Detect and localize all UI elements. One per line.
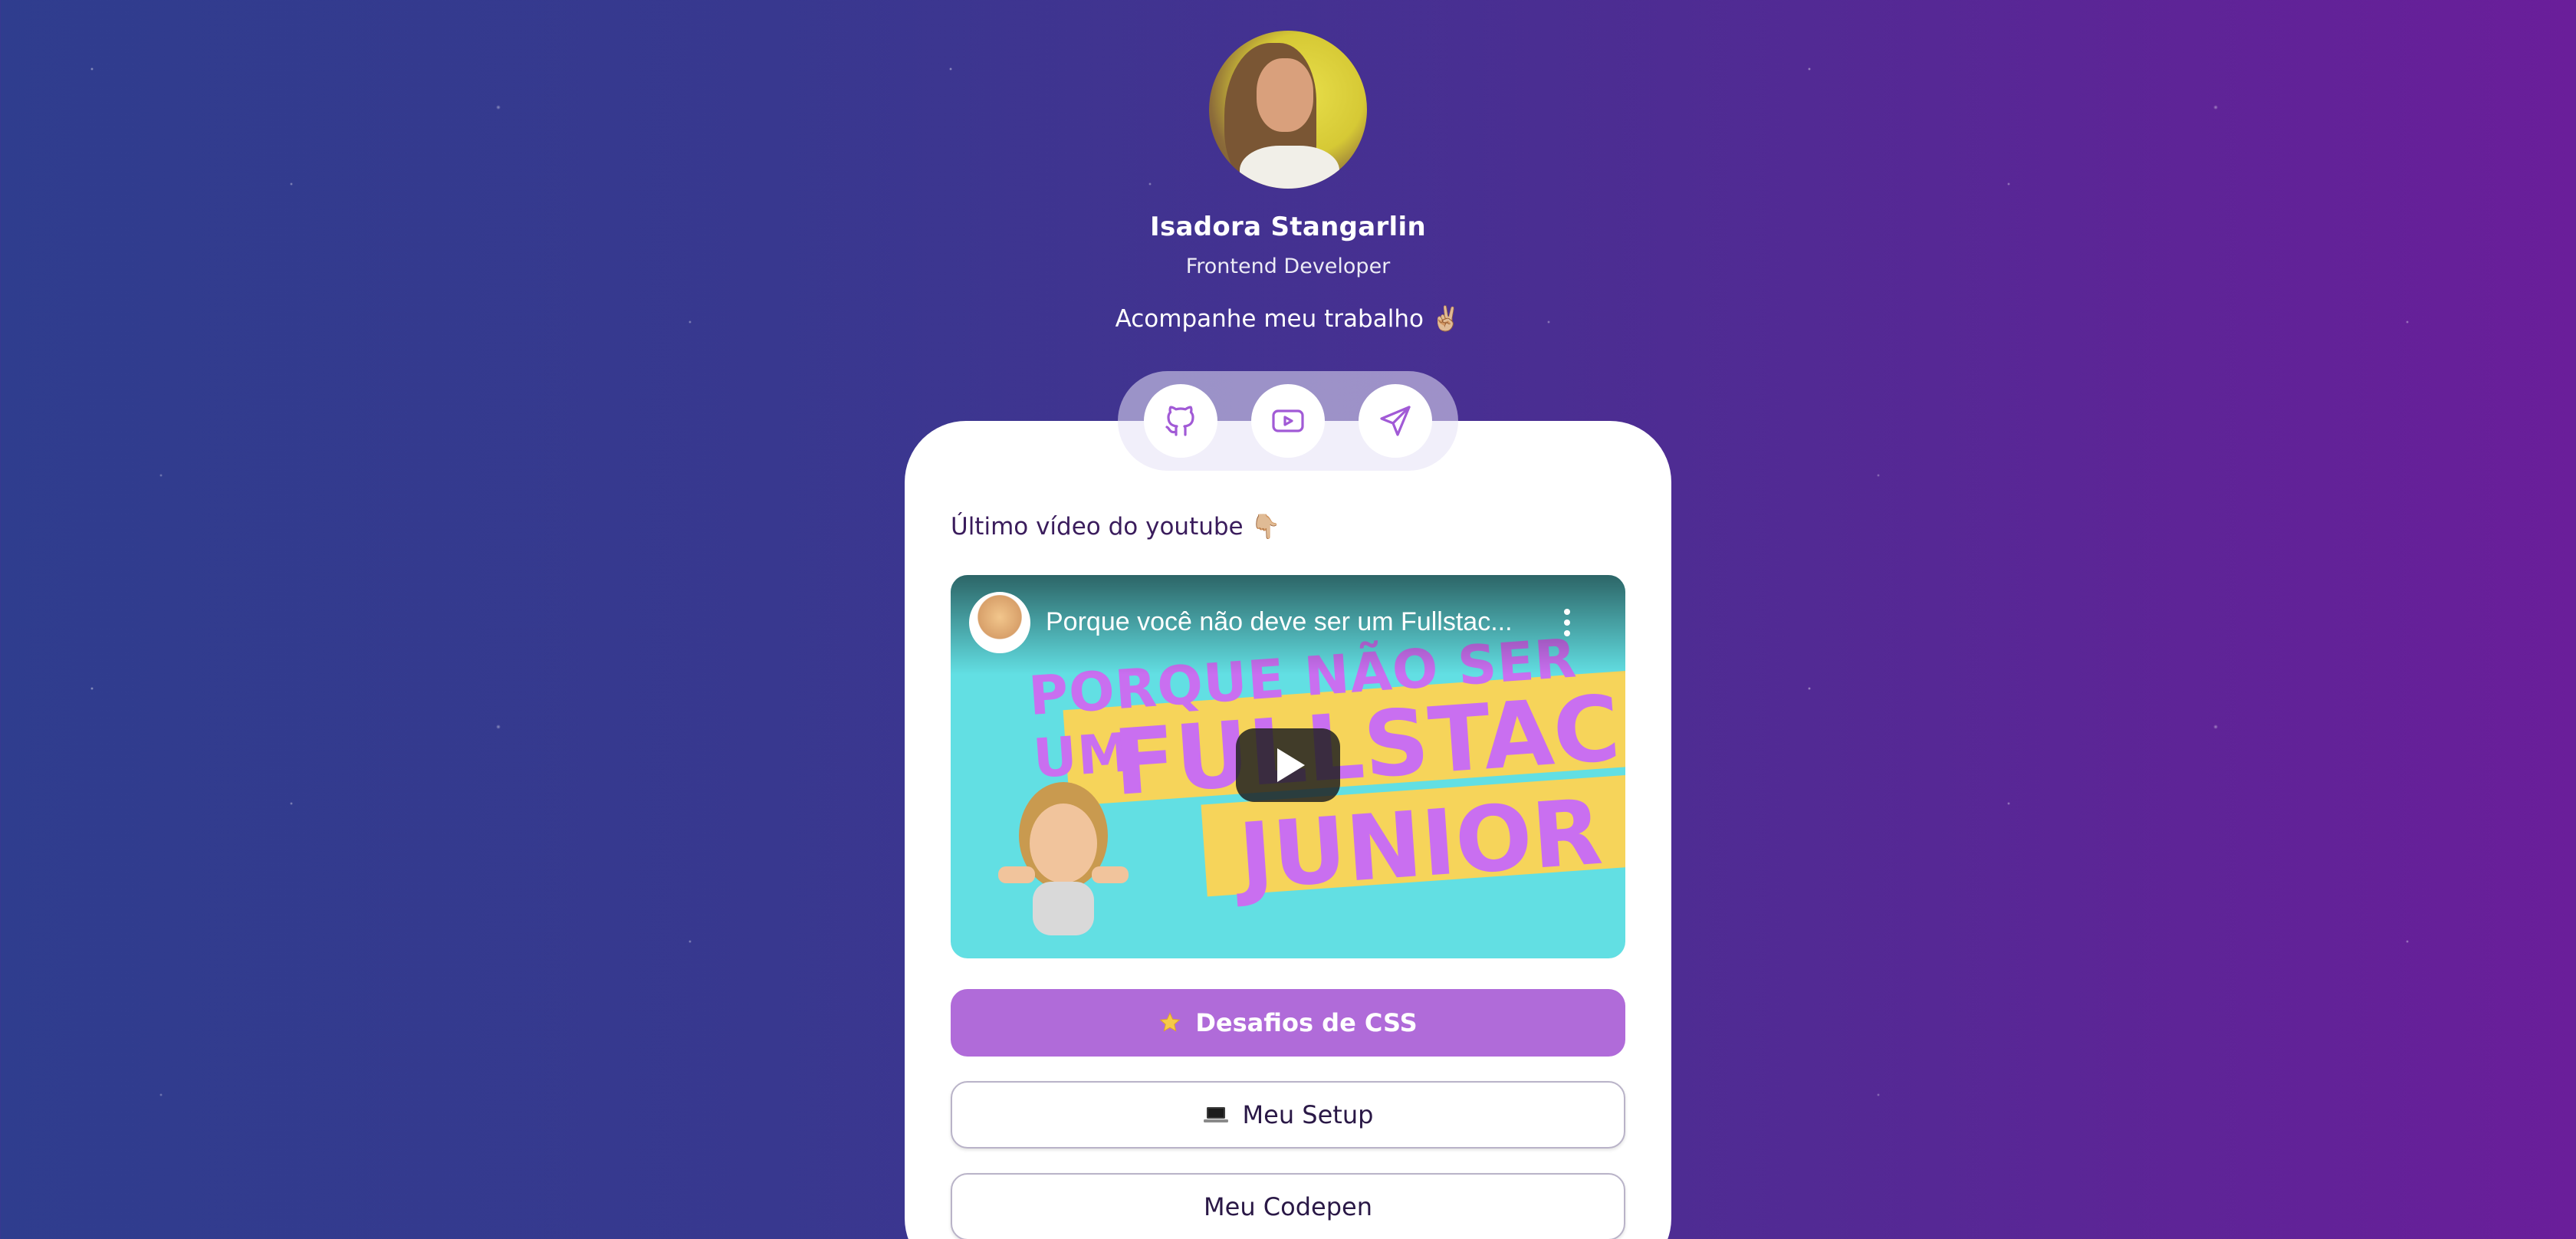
youtube-icon — [1272, 409, 1304, 432]
setup-label: Meu Setup — [1242, 1100, 1374, 1129]
latest-video-heading: Último vídeo do youtube 👇🏼 — [951, 513, 1281, 541]
video-title[interactable]: Porque você não deve ser um Fullstac... — [1046, 607, 1513, 637]
codepen-button[interactable]: Meu Codepen — [951, 1173, 1625, 1239]
laptop-icon — [1203, 1107, 1228, 1122]
github-button[interactable] — [1144, 384, 1217, 458]
send-icon — [1380, 406, 1411, 436]
send-button[interactable] — [1359, 384, 1432, 458]
memoji-shrug-icon — [998, 782, 1129, 935]
channel-avatar[interactable] — [969, 592, 1030, 653]
css-challenges-button[interactable]: Desafios de CSS — [951, 989, 1625, 1057]
profile-name: Isadora Stangarlin — [1150, 212, 1426, 242]
css-challenges-label: Desafios de CSS — [1195, 1008, 1418, 1037]
youtube-button[interactable] — [1251, 384, 1325, 458]
play-icon — [1277, 748, 1305, 782]
profile-header: Isadora Stangarlin Frontend Developer Ac… — [0, 31, 2576, 333]
setup-button[interactable]: Meu Setup — [951, 1081, 1625, 1149]
profile-role: Frontend Developer — [1185, 255, 1391, 278]
youtube-embed[interactable]: PORQUE NÃO SER UM FULLSTACK JUNIOR Porqu… — [951, 575, 1625, 958]
social-links — [1118, 371, 1458, 471]
star-icon — [1159, 1012, 1181, 1032]
more-options-icon[interactable] — [1561, 609, 1573, 639]
follow-text: Acompanhe meu trabalho ✌🏼 — [1115, 305, 1461, 333]
play-button[interactable] — [1236, 728, 1340, 802]
github-icon — [1165, 406, 1194, 436]
codepen-label: Meu Codepen — [1204, 1192, 1372, 1221]
avatar — [1209, 31, 1367, 189]
